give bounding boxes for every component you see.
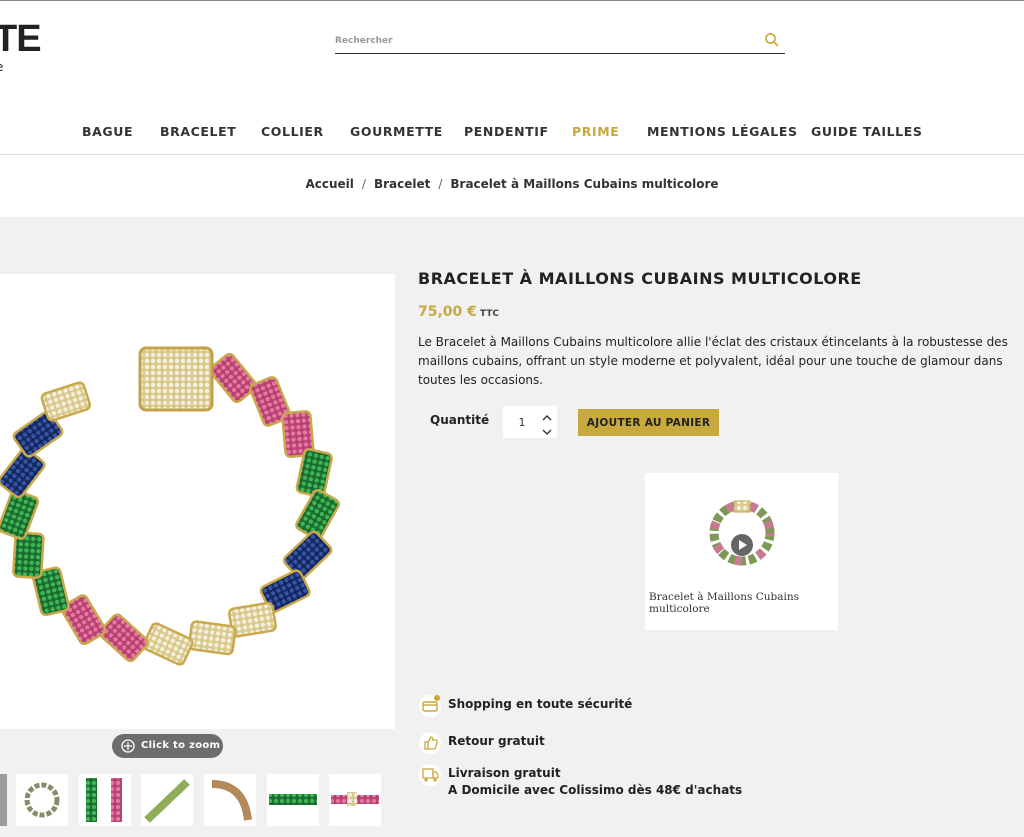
nav-item-gourmette[interactable]: GOURMETTE (350, 124, 443, 139)
nav-divider (0, 154, 1024, 155)
search-bar (335, 28, 785, 54)
quantity-input[interactable] (503, 406, 541, 438)
video-title: Bracelet à Maillons Cubains multicolore (649, 591, 799, 615)
bracelet-link (98, 613, 149, 663)
breadcrumb-home[interactable]: Accueil (305, 177, 353, 191)
product-price: 75,00 € TTC (418, 304, 499, 320)
description-line: Le Bracelet à Maillons Cubains multicolo… (418, 335, 1008, 349)
bracelet-link (209, 352, 258, 404)
bracelet-link (12, 531, 45, 579)
delivery-detail: A Domicile avec Colissimo dès 48€ d'acha… (448, 783, 743, 797)
zoom-button[interactable]: Click to zoom (112, 734, 223, 758)
zoom-label: Click to zoom (141, 740, 221, 751)
bracelet-image (0, 346, 340, 666)
thumbnail[interactable] (329, 774, 381, 826)
thumbs-up-icon (419, 732, 441, 754)
breadcrumb-current: Bracelet à Maillons Cubains multicolore (450, 177, 719, 191)
breadcrumb-category[interactable]: Bracelet (374, 177, 430, 191)
logo-subtitle: e (0, 60, 3, 74)
top-border (0, 0, 1024, 1)
nav-item-collier[interactable]: COLLIER (261, 124, 324, 139)
nav-item-mentions-legales[interactable]: MENTIONS LÉGALES (647, 124, 798, 139)
thumbnail[interactable] (267, 774, 319, 826)
logo[interactable]: TE (0, 18, 42, 61)
reassurance-text: Shopping en toute sécurité (448, 697, 633, 711)
description-line: toutes les occasions. (418, 373, 544, 387)
credit-card-icon (419, 695, 441, 717)
chevron-up-icon[interactable] (541, 409, 553, 421)
bracelet-link (0, 447, 46, 499)
thumbnail[interactable] (0, 774, 7, 826)
product-video-card[interactable]: Bracelet à Maillons Cubains multicolore (645, 473, 838, 630)
thumbnail[interactable] (141, 774, 193, 826)
description-line: maillons cubains, offrant un style moder… (418, 354, 1003, 368)
nav-item-guide-tailles[interactable]: GUIDE TAILLES (811, 124, 922, 139)
thumbnail[interactable] (204, 774, 256, 826)
nav-item-bague[interactable]: BAGUE (82, 124, 133, 139)
bracelet-link (142, 622, 194, 666)
chevron-down-icon[interactable] (541, 423, 553, 435)
bracelet-link (40, 381, 92, 422)
reassurance-text: Livraison gratuit A Domicile avec Colissi… (448, 765, 742, 799)
product-main-image[interactable] (0, 274, 395, 729)
bracelet-link (187, 620, 237, 656)
delivery-title: Livraison gratuit (448, 766, 561, 780)
quantity-stepper (503, 406, 557, 438)
product-section: Click to zoom BRACELET À MAILLONS CUBAIN… (0, 217, 1024, 837)
nav-item-bracelet[interactable]: BRACELET (160, 124, 236, 139)
nav-item-pendentif[interactable]: PENDENTIF (464, 124, 549, 139)
search-icon[interactable] (763, 31, 781, 49)
breadcrumb-separator: / (361, 177, 366, 191)
main-navigation: BAGUE BRACELET COLLIER GOURMETTE PENDENT… (0, 118, 1024, 146)
search-input[interactable] (335, 29, 735, 53)
price-suffix: TTC (479, 309, 499, 319)
nav-item-prime[interactable]: PRIME (572, 124, 619, 139)
thumbnail[interactable] (79, 774, 131, 826)
reassurance-text: Retour gratuit (448, 734, 545, 748)
product-title: BRACELET À MAILLONS CUBAINS MULTICOLORE (418, 269, 862, 288)
add-to-cart-button[interactable]: AJOUTER AU PANIER (578, 409, 719, 436)
zoom-icon (121, 739, 135, 753)
price-value: 75,00 € (418, 304, 477, 320)
video-thumbnail (709, 500, 775, 566)
thumbnail[interactable] (16, 774, 68, 826)
breadcrumb: Accueil / Bracelet / Bracelet à Maillons Cub… (0, 177, 1024, 191)
quantity-label: Quantité (430, 413, 490, 427)
truck-icon (419, 764, 441, 786)
thumbnail-strip (0, 774, 395, 828)
breadcrumb-separator: / (438, 177, 443, 191)
product-description: Le Bracelet à Maillons Cubains multicolo… (418, 333, 1024, 390)
